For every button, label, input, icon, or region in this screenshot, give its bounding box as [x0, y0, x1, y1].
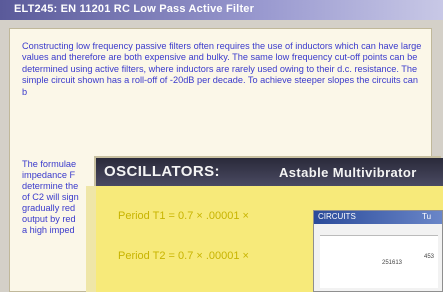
- window-title: ELT245: EN 11201 RC Low Pass Active Filt…: [14, 3, 255, 15]
- doc-paragraph-1: Constructing low frequency passive filte…: [22, 41, 422, 97]
- circuit-value-label-1: 251613: [382, 260, 403, 266]
- circuits-tab[interactable]: Tu: [422, 212, 431, 221]
- oscillators-subtitle: Astable Multivibrator: [279, 165, 417, 180]
- oscillators-window-edge: [86, 186, 96, 292]
- circuits-window[interactable]: CIRCUITS Tu 251613 453: [313, 210, 443, 292]
- circuit-value-label-2: 453: [424, 254, 435, 260]
- oscillators-titlebar[interactable]: OSCILLATORS: Astable Multivibrator: [96, 158, 443, 186]
- period-t1-formula: Period T1 = 0.7 × .00001 ×: [118, 210, 249, 222]
- window-titlebar[interactable]: ELT245: EN 11201 RC Low Pass Active Filt…: [0, 0, 443, 20]
- period-t2-formula: Period T2 = 0.7 × .00001 ×: [118, 250, 249, 262]
- circuit-diagram-area: 251613 453: [320, 235, 438, 288]
- circuits-titlebar[interactable]: CIRCUITS Tu: [314, 211, 442, 224]
- oscillators-title: OSCILLATORS:: [104, 163, 220, 180]
- window-left-border: [0, 20, 9, 292]
- circuits-title: CIRCUITS: [318, 212, 356, 221]
